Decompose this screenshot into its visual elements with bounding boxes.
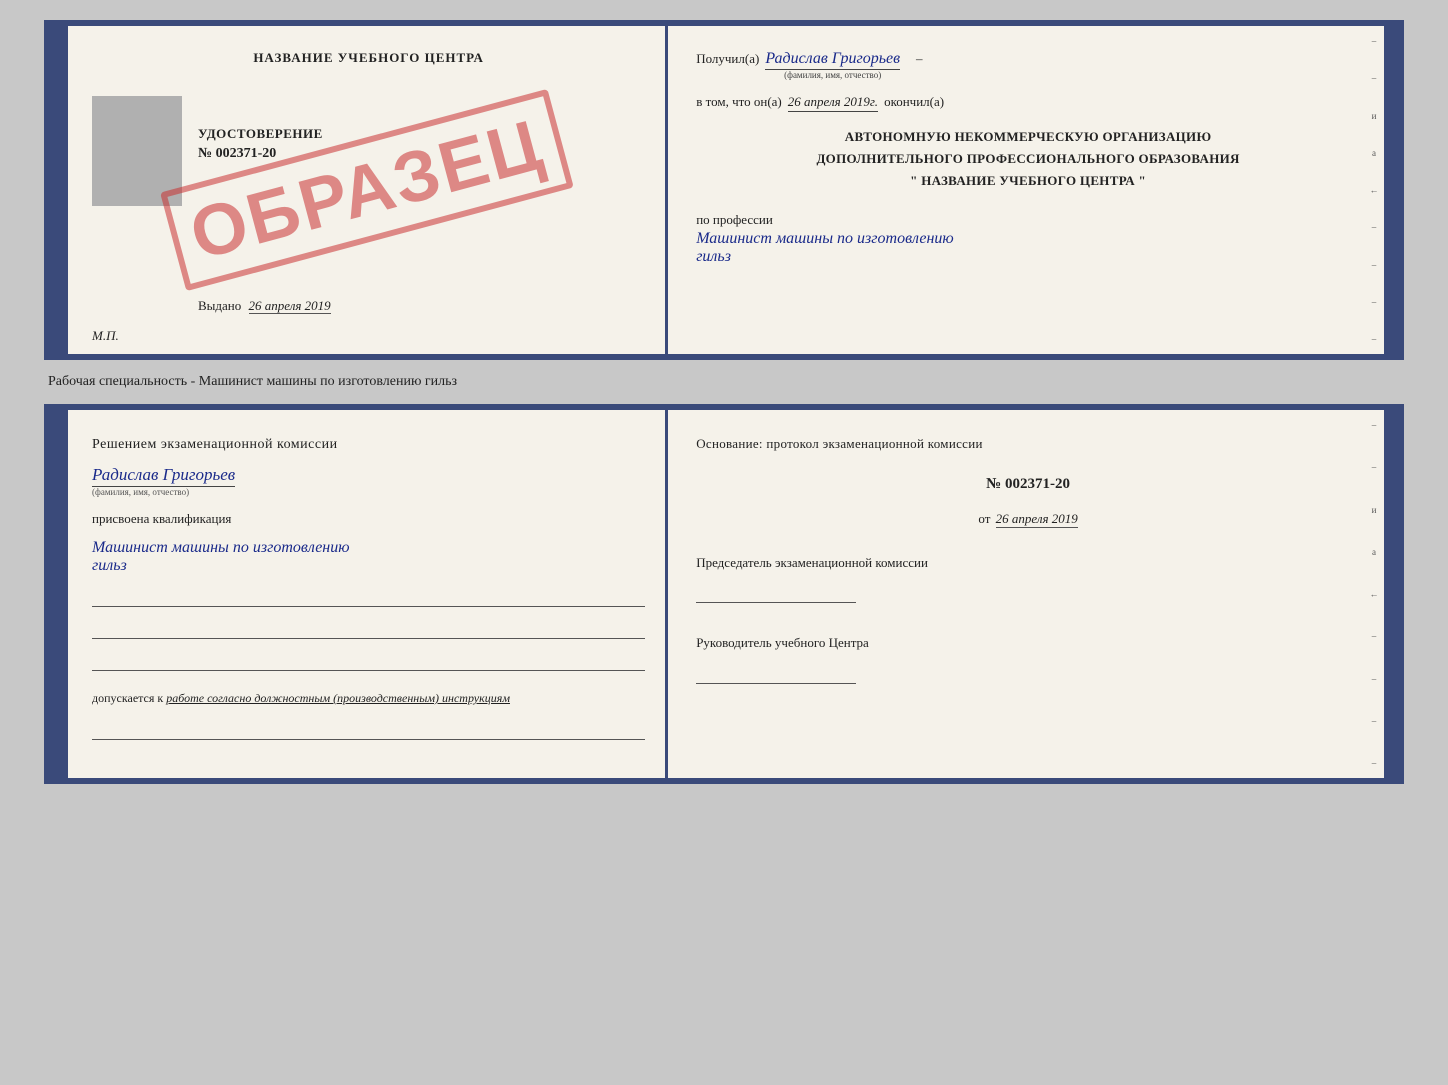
blank-line4 [92,724,645,740]
book2-spine-right [1384,410,1398,778]
between-label: Рабочая специальность - Машинист машины … [44,374,457,390]
top-book-right-page: Получил(а) Радислав Григорьев (фамилия, … [668,26,1384,354]
arrow-mark2: ← [1370,589,1379,599]
dash-mark2-5: – [1372,716,1377,726]
vtom-line: в том, что он(а) 26 апреля 2019г. окончи… [696,94,1360,112]
person-name-bottom: Радислав Григорьев [92,465,235,487]
book-spine-right [1384,26,1398,354]
dash-mark6: – [1372,334,1377,344]
a-mark2: а [1372,547,1376,557]
rukovoditel-sign-line [696,660,856,684]
person-name-subtitle: (фамилия, имя, отчество) [784,70,881,80]
chairman-block: Председатель экзаменационной комиссии [696,553,1360,604]
udost-label: УДОСТОВЕРЕНИЕ [198,126,323,142]
dash-mark1: – [1372,36,1377,46]
name-subtitle-bottom: (фамилия, имя, отчество) [92,487,189,497]
rukovoditel-label: Руководитель учебного Центра [696,635,869,650]
prisvoena-label: присвоена квалификация [92,511,645,527]
obrazec-stamp: ОБРАЗЕЦ [160,89,574,291]
dash-mark2-4: – [1372,674,1377,684]
chairman-sign-line [696,579,856,603]
qual-name2: гильз [92,557,127,574]
vtom-prefix: в том, что он(а) [696,94,782,110]
person-name-block2: Радислав Григорьев (фамилия, имя, отчест… [92,465,645,497]
dopusk-text: работе согласно должностным (производств… [166,691,510,705]
i-mark2: и [1372,505,1377,515]
date-value: 26 апреля 2019г. [788,94,878,112]
dash-mark5: – [1372,297,1377,307]
resheniem-title: Решением экзаменационной комиссии [92,434,645,455]
osnovanie-title: Основание: протокол экзаменационной коми… [696,434,1360,454]
udost-number: № 002371-20 [198,146,276,162]
rukovoditel-block: Руководитель учебного Центра [696,633,1360,684]
profession-name: Машинист машины по изготовлению гильз [696,230,1360,266]
dash-mark4: – [1372,260,1377,270]
mp-label: М.П. [92,328,119,344]
protocol-date: от 26 апреля 2019 [696,511,1360,527]
dash-mark3: – [1372,222,1377,232]
bottom-book-right-page: Основание: протокол экзаменационной коми… [668,410,1384,778]
arrow-mark: ← [1370,185,1379,195]
book-spine-left [50,26,68,354]
dash-mark2-3: – [1372,631,1377,641]
protocol-number: № 002371-20 [696,476,1360,493]
top-book: НАЗВАНИЕ УЧЕБНОГО ЦЕНТРА УДОСТОВЕРЕНИЕ №… [44,20,1404,360]
a-mark: а [1372,148,1376,158]
vudano-date: 26 апреля 2019 [249,298,331,314]
okончил-label: окончил(а) [884,94,944,110]
blank-line3 [92,655,645,671]
dash-mark2-2: – [1372,462,1377,472]
org-block: АВТОНОМНУЮ НЕКОММЕРЧЕСКУЮ ОРГАНИЗАЦИЮ ДО… [696,126,1360,192]
chairman-label: Председатель экзаменационной комиссии [696,555,928,570]
dash-mark2: – [1372,73,1377,83]
vudano-label: Выдано [198,298,241,313]
i-mark: и [1372,111,1377,121]
profession-name-text: Машинист машины по изготовлению [696,230,954,247]
dash-mark2-1: – [1372,420,1377,430]
document-wrapper: НАЗВАНИЕ УЧЕБНОГО ЦЕНТРА УДОСТОВЕРЕНИЕ №… [44,20,1404,784]
profession-block: по профессии Машинист машины по изготовл… [696,212,1360,266]
protocol-date-prefix: от [978,511,990,526]
book2-spine-left [50,410,68,778]
poluchil-line: Получил(а) Радислав Григорьев (фамилия, … [696,50,1360,80]
org-line3: " НАЗВАНИЕ УЧЕБНОГО ЦЕНТРА " [910,173,1146,188]
center-title: НАЗВАНИЕ УЧЕБНОГО ЦЕНТРА [92,50,645,66]
org-line2: ДОПОЛНИТЕЛЬНОГО ПРОФЕССИОНАЛЬНОГО ОБРАЗО… [816,151,1239,166]
dopuskaetsya-block: допускается к работе согласно должностны… [92,689,645,708]
profession-name2: гильз [696,248,731,265]
photo-placeholder [92,96,182,206]
right-side-marks2: – – и а ← – – – – [1364,410,1384,778]
qual-name-text: Машинист машины по изготовлению [92,539,350,556]
bottom-book: Решением экзаменационной комиссии Радисл… [44,404,1404,784]
org-line1: АВТОНОМНУЮ НЕКОММЕРЧЕСКУЮ ОРГАНИЗАЦИЮ [845,129,1212,144]
qualification-name: Машинист машины по изготовлению гильз [92,539,645,575]
profession-label: по профессии [696,212,773,227]
dash-mark2-6: – [1372,758,1377,768]
right-side-marks: – – и а ← – – – – [1364,26,1384,354]
qualification-block: Машинист машины по изготовлению гильз [92,537,645,575]
blank-line2 [92,623,645,639]
poluchil-label: Получил(а) [696,51,759,67]
top-book-left-page: НАЗВАНИЕ УЧЕБНОГО ЦЕНТРА УДОСТОВЕРЕНИЕ №… [68,26,668,354]
vudano-line: Выдано 26 апреля 2019 [198,298,331,314]
dopusk-prefix: допускается к [92,691,163,705]
bottom-book-left-page: Решением экзаменационной комиссии Радисл… [68,410,668,778]
blank-line1 [92,591,645,607]
protocol-date-value: 26 апреля 2019 [996,511,1078,528]
person-name-top: Радислав Григорьев [765,50,900,70]
dash1: – [916,51,923,67]
udostoverenie-block: УДОСТОВЕРЕНИЕ № 002371-20 [198,126,323,162]
